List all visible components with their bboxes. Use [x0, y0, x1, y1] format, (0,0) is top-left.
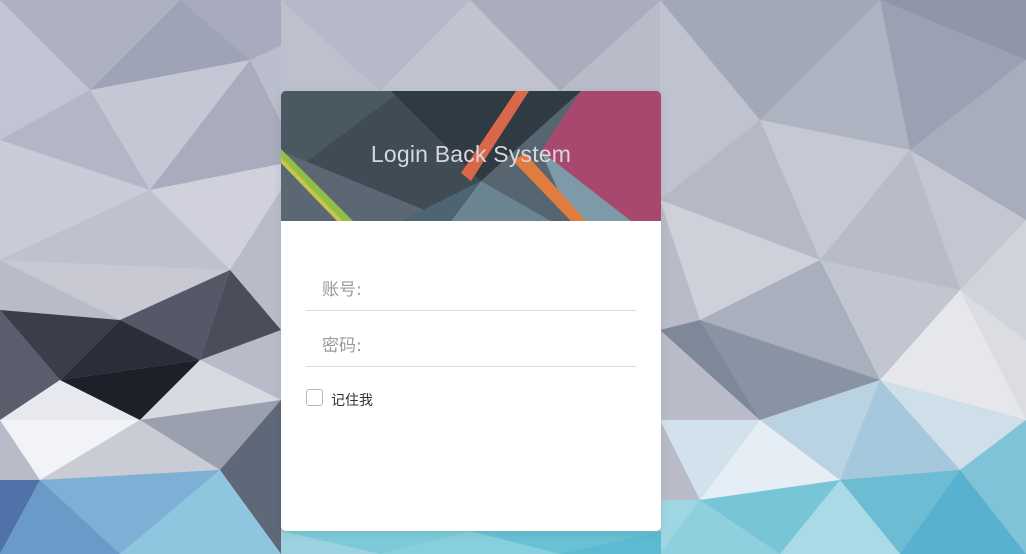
password-field: 密码:	[306, 311, 636, 367]
remember-me-checkbox[interactable]	[306, 389, 323, 406]
login-form: 账号: 密码: 记住我 登 录	[306, 221, 636, 409]
remember-me-row: 记住我	[306, 389, 636, 409]
account-input[interactable]	[376, 276, 636, 304]
password-label: 密码:	[322, 336, 362, 356]
remember-me-label[interactable]: 记住我	[331, 390, 373, 410]
page-title: Login Back System	[370, 141, 572, 167]
login-card: Login Back System 账号: 密码: 记住我 登 录	[281, 91, 661, 531]
password-input[interactable]	[376, 332, 636, 360]
account-label: 账号:	[322, 280, 362, 300]
account-field: 账号:	[306, 256, 636, 311]
card-header-banner: Login Back System	[281, 91, 661, 221]
